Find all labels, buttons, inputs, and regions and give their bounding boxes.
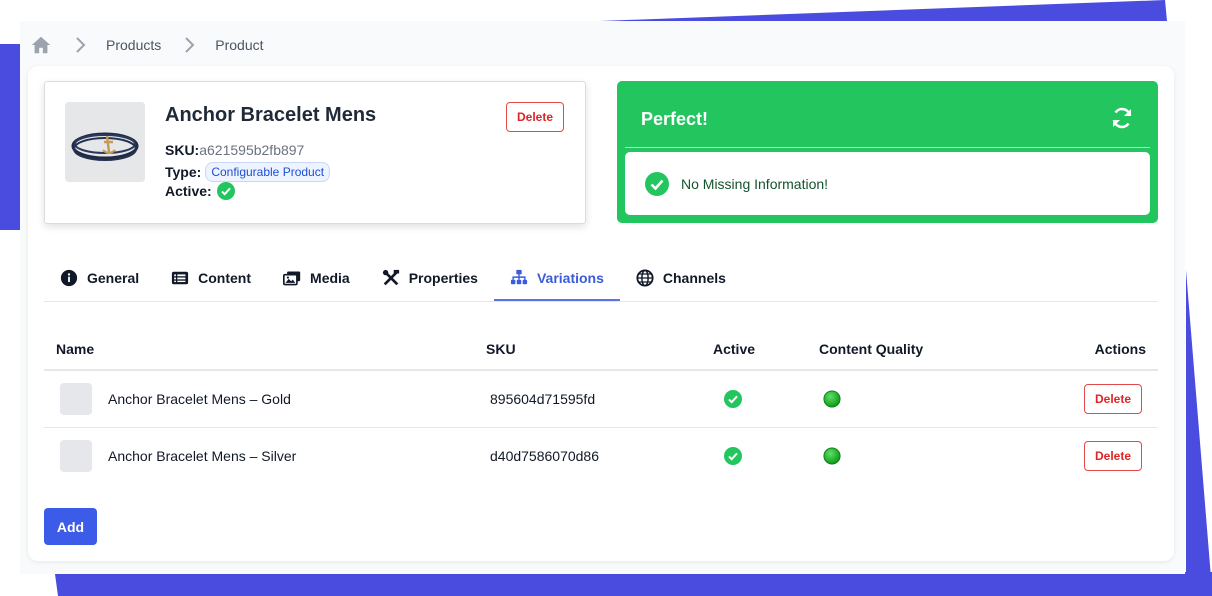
column-header-actions: Actions: [1094, 340, 1146, 357]
add-variation-button[interactable]: Add: [44, 508, 97, 545]
sitemap-icon: [510, 269, 528, 284]
type-badge: Configurable Product: [205, 162, 331, 182]
type-label: Type:: [165, 164, 202, 180]
tools-icon: [382, 269, 399, 286]
tab-label: Variations: [536, 269, 604, 286]
status-message: No Missing Information!: [681, 175, 829, 192]
tab-bar: General Content Media Properties Variati…: [44, 256, 1158, 302]
tab-variations[interactable]: Variations: [493, 256, 620, 301]
column-header-sku: SKU: [486, 340, 516, 357]
tab-properties[interactable]: Properties: [366, 256, 494, 300]
table-row[interactable]: Anchor Bracelet Mens – Silver d40d758607…: [44, 428, 1158, 484]
status-card: Perfect! No Missing Information!: [617, 81, 1158, 223]
info-icon: [60, 269, 78, 287]
delete-variation-button[interactable]: Delete: [1084, 441, 1142, 471]
variation-name[interactable]: Anchor Bracelet Mens – Gold: [108, 371, 291, 427]
bracelet-image: [65, 102, 145, 182]
active-label: Active:: [165, 183, 212, 199]
home-icon[interactable]: [30, 34, 52, 56]
status-message-box: No Missing Information!: [625, 152, 1150, 215]
table-row[interactable]: Anchor Bracelet Mens – Gold 895604d71595…: [44, 371, 1158, 428]
tab-label: Properties: [408, 270, 478, 286]
chevron-right-icon: [76, 37, 86, 53]
column-header-name: Name: [56, 340, 95, 357]
tab-content[interactable]: Content: [155, 256, 267, 300]
product-title: Anchor Bracelet Mens: [165, 104, 377, 126]
table-header: Name SKU Active Content Quality Actions: [44, 328, 1158, 371]
chevron-right-icon: [185, 37, 195, 53]
breadcrumb-item-products[interactable]: Products: [106, 37, 161, 53]
globe-icon: [636, 269, 654, 287]
variation-sku: 895604d71595fd: [490, 391, 596, 407]
product-type: Type: Configurable Product: [165, 162, 331, 182]
variation-thumbnail: [60, 440, 92, 472]
tab-label: Content: [198, 270, 252, 286]
check-circle-icon: [645, 171, 669, 196]
list-icon: [172, 271, 189, 285]
tab-channels[interactable]: Channels: [620, 256, 742, 300]
check-circle-icon: [216, 182, 235, 200]
product-summary-card: Anchor Bracelet Mens SKU: a621595b2fb897…: [44, 81, 586, 224]
tab-label: General: [87, 270, 140, 286]
product-page-card: Anchor Bracelet Mens SKU: a621595b2fb897…: [28, 66, 1174, 561]
images-icon: [283, 271, 301, 286]
quality-indicator-icon: [823, 390, 841, 408]
sku-label: SKU:: [165, 142, 200, 158]
tab-general[interactable]: General: [44, 256, 155, 300]
column-header-active: Active: [713, 340, 756, 357]
product-sku: SKU: a621595b2fb897: [165, 142, 304, 158]
check-circle-icon: [724, 390, 742, 408]
breadcrumb-item-product[interactable]: Product: [215, 37, 263, 53]
refresh-icon[interactable]: [1110, 106, 1134, 130]
variation-sku: d40d7586070d86: [490, 448, 600, 464]
tab-label: Media: [310, 270, 350, 286]
tab-label: Channels: [662, 270, 726, 286]
variation-thumbnail: [60, 383, 92, 415]
column-header-content-quality: Content Quality: [819, 340, 924, 357]
product-image: [65, 102, 145, 182]
delete-variation-button[interactable]: Delete: [1084, 384, 1142, 414]
quality-indicator-icon: [823, 447, 841, 465]
delete-product-button[interactable]: Delete: [506, 102, 564, 132]
status-divider: [625, 147, 1150, 148]
sku-value: a621595b2fb897: [199, 142, 305, 158]
variation-name[interactable]: Anchor Bracelet Mens – Silver: [108, 428, 296, 484]
breadcrumb: Products Product: [30, 30, 264, 60]
product-active: Active:: [165, 182, 235, 200]
status-title: Perfect!: [641, 109, 709, 129]
check-circle-icon: [724, 447, 742, 465]
tab-media[interactable]: Media: [267, 256, 366, 300]
variations-table: Name SKU Active Content Quality Actions …: [44, 328, 1158, 484]
